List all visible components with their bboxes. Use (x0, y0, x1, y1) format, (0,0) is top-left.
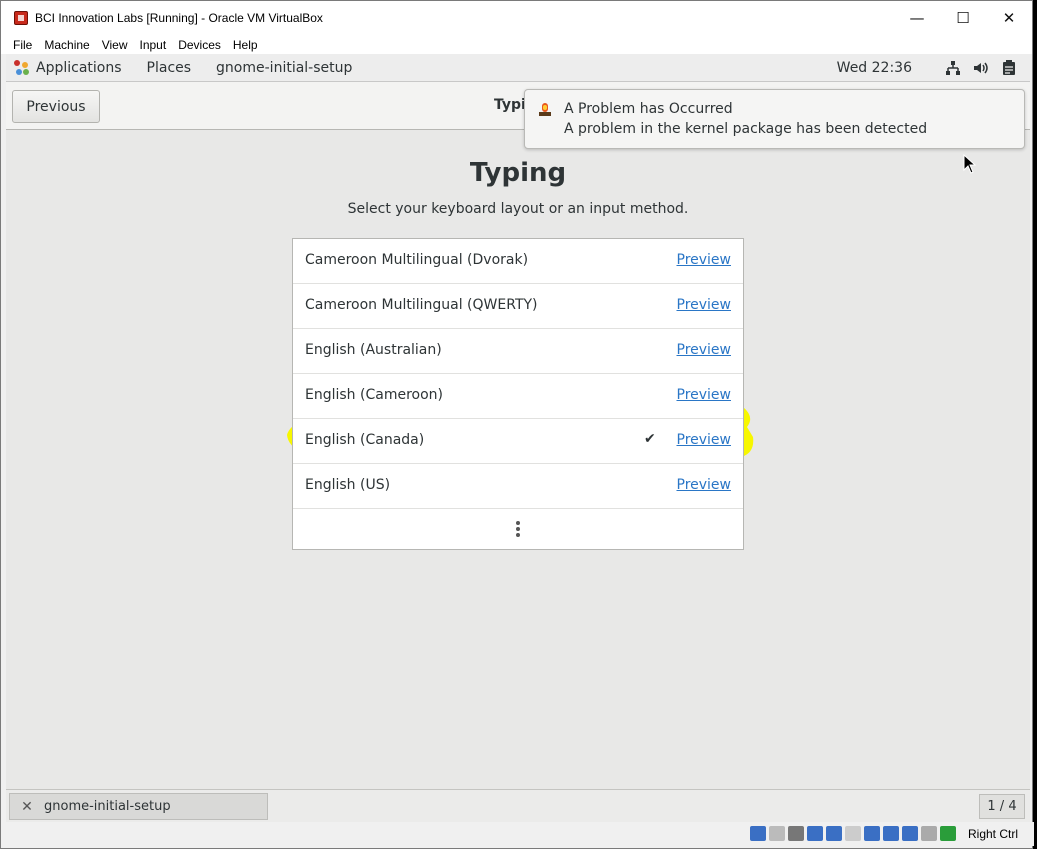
clipboard-icon[interactable] (1000, 59, 1018, 77)
title-bar: BCI Innovation Labs [Running] - Oracle V… (1, 1, 1032, 35)
layout-name: Cameroon Multilingual (Dvorak) (305, 252, 529, 268)
layout-row[interactable]: English (Australian) Preview (293, 329, 743, 374)
preview-link[interactable]: Preview (677, 477, 732, 493)
clock[interactable]: Wed 22:36 (837, 60, 912, 76)
network-adapter-icon[interactable] (807, 826, 823, 841)
layout-row[interactable]: English (Cameroon) Preview (293, 374, 743, 419)
gnome-taskbar: ✕ gnome-initial-setup 1 / 4 (6, 789, 1030, 822)
hard-disk-icon[interactable] (750, 826, 766, 841)
taskbar-window-label: gnome-initial-setup (44, 799, 171, 814)
layout-name: English (Cameroon) (305, 387, 443, 403)
preview-link[interactable]: Preview (677, 387, 732, 403)
layout-name: Cameroon Multilingual (QWERTY) (305, 297, 538, 313)
menu-help[interactable]: Help (227, 38, 264, 52)
layout-name: English (Australian) (305, 342, 442, 358)
audio-icon[interactable] (788, 826, 804, 841)
menu-devices[interactable]: Devices (172, 38, 227, 52)
virtualbox-app-icon (14, 11, 28, 25)
network-icon[interactable] (944, 59, 962, 77)
preview-link[interactable]: Preview (677, 432, 732, 448)
layout-row[interactable]: Cameroon Multilingual (QWERTY) Preview (293, 284, 743, 329)
gnome-top-bar: Applications Places gnome-initial-setup … (6, 54, 1030, 82)
layout-name: English (Canada) (305, 432, 425, 448)
usb-icon[interactable] (826, 826, 842, 841)
notification-body: A problem in the kernel package has been… (564, 121, 928, 137)
places-menu[interactable]: Places (147, 60, 192, 76)
workspace-switcher[interactable]: 1 / 4 (979, 794, 1025, 819)
applications-menu[interactable]: Applications (36, 60, 122, 76)
notification-title: A Problem has Occurred (564, 101, 733, 117)
preview-link[interactable]: Preview (677, 297, 732, 313)
guest-screen: Applications Places gnome-initial-setup … (6, 54, 1030, 822)
keyboard-capture-icon[interactable] (940, 826, 956, 841)
window-title: BCI Innovation Labs [Running] - Oracle V… (35, 11, 323, 25)
alert-icon (538, 102, 552, 116)
shared-folders-icon[interactable] (845, 826, 861, 841)
volume-icon[interactable] (972, 59, 990, 77)
mouse-integration-icon[interactable] (921, 826, 937, 841)
keyboard-layout-list: Cameroon Multilingual (Dvorak) Preview C… (292, 238, 744, 550)
more-dots-icon (516, 521, 520, 539)
menu-machine[interactable]: Machine (38, 38, 95, 52)
page-title: Typing (469, 158, 567, 188)
app-menu[interactable]: gnome-initial-setup (216, 60, 352, 76)
menu-file[interactable]: File (7, 38, 38, 52)
header-title: Typi (494, 97, 526, 113)
display-icon[interactable] (864, 826, 880, 841)
menu-bar: File Machine View Input Devices Help (1, 35, 1032, 54)
minimize-button[interactable]: — (894, 1, 940, 35)
notification-banner[interactable]: A Problem has Occurred A problem in the … (524, 89, 1025, 149)
layout-row-selected[interactable]: English (Canada) ✔ Preview (293, 419, 743, 464)
optical-drive-icon[interactable] (769, 826, 785, 841)
layout-row[interactable]: English (US) Preview (293, 464, 743, 509)
more-layouts-button[interactable] (293, 509, 743, 549)
maximize-button[interactable]: ☐ (940, 1, 986, 35)
mouse-cursor-icon (963, 154, 977, 174)
virtualbox-status-bar: Right Ctrl (1, 822, 1034, 846)
system-tray: Wed 22:36 (837, 54, 1018, 82)
preview-link[interactable]: Preview (677, 252, 732, 268)
page-subtitle: Select your keyboard layout or an input … (347, 201, 689, 217)
virtualbox-window: BCI Innovation Labs [Running] - Oracle V… (0, 0, 1034, 849)
applications-icon (14, 59, 30, 76)
menu-view[interactable]: View (96, 38, 134, 52)
window-controls: — ☐ ✕ (894, 1, 1032, 35)
status-icons (747, 826, 956, 841)
tools-icon: ✕ (21, 798, 33, 815)
close-button[interactable]: ✕ (986, 1, 1032, 35)
layout-row[interactable]: Cameroon Multilingual (Dvorak) Preview (293, 239, 743, 284)
previous-button[interactable]: Previous (12, 90, 100, 123)
layout-name: English (US) (305, 477, 391, 493)
checkmark-icon: ✔ (644, 431, 656, 447)
menu-input[interactable]: Input (134, 38, 173, 52)
video-capture-icon[interactable] (883, 826, 899, 841)
cpu-icon[interactable] (902, 826, 918, 841)
host-key-label: Right Ctrl (967, 827, 1018, 841)
preview-link[interactable]: Preview (677, 342, 732, 358)
taskbar-window-button[interactable]: ✕ gnome-initial-setup (9, 793, 268, 820)
